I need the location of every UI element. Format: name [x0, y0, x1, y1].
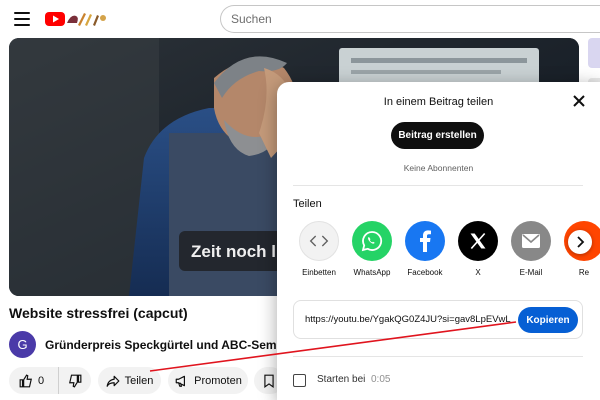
copy-button[interactable]: Kopieren: [518, 307, 578, 333]
share-target-whatsapp[interactable]: WhatsApp: [350, 221, 394, 277]
share-url[interactable]: https://youtu.be/YgakQG0Z4JU?si=gav8LpEV…: [305, 314, 511, 325]
start-time-value[interactable]: 0:05: [371, 374, 390, 385]
dialog-header: In einem Beitrag teilen: [383, 96, 494, 108]
share-target-label: X: [475, 268, 481, 277]
facebook-icon: [420, 230, 431, 252]
share-target-email[interactable]: E-Mail: [509, 221, 553, 277]
video-title: Website stressfrei (capcut): [9, 305, 188, 321]
share-targets: Einbetten WhatsApp Facebook X E-Mail Re: [297, 221, 600, 283]
share-arrow-icon: [106, 375, 120, 387]
divider: [293, 185, 583, 186]
share-heading: Teilen: [293, 198, 322, 210]
no-subscribers-text: Keine Abonnenten: [403, 163, 474, 173]
menu-icon[interactable]: [14, 12, 30, 26]
share-dialog: In einem Beitrag teilen Beitrag erstelle…: [277, 82, 600, 400]
bookmark-icon: [264, 374, 274, 388]
channel-name[interactable]: Gründerpreis Speckgürtel und ABC-Seminar…: [45, 338, 305, 352]
divider: [293, 356, 583, 357]
like-button[interactable]: 0: [9, 367, 59, 394]
channel-avatar[interactable]: G: [9, 331, 36, 358]
share-target-facebook[interactable]: Facebook: [403, 221, 447, 277]
start-at-label: Starten bei: [317, 374, 366, 385]
share-target-label: Re: [578, 268, 590, 277]
share-link-box[interactable]: https://youtu.be/YgakQG0Z4JU?si=gav8LpEV…: [293, 300, 583, 339]
promote-button-label: Promoten: [194, 374, 242, 387]
start-at-checkbox[interactable]: [293, 374, 306, 387]
chevron-right-icon: [577, 236, 585, 248]
create-post-button[interactable]: Beitrag erstellen: [391, 122, 484, 149]
share-button[interactable]: Teilen: [98, 367, 161, 394]
search-input[interactable]: [231, 12, 600, 26]
share-target-label: E-Mail: [519, 268, 543, 277]
embed-icon: [309, 235, 329, 247]
email-icon: [522, 234, 540, 248]
like-dislike-group: 0: [9, 367, 91, 394]
share-target-label: Einbetten: [302, 268, 336, 277]
promote-button[interactable]: Promoten: [168, 367, 248, 394]
sidebar-thumbnail[interactable]: [588, 38, 600, 68]
like-count: 0: [38, 374, 45, 387]
share-target-label: Facebook: [407, 268, 443, 277]
share-button-label: Teilen: [124, 374, 154, 387]
megaphone-icon: [175, 375, 186, 387]
close-icon[interactable]: [572, 94, 586, 108]
top-bar: [0, 0, 600, 38]
search-box[interactable]: [220, 5, 600, 33]
thumbs-up-icon: [19, 373, 32, 387]
video-overlay-text: Zeit noch l: [191, 242, 276, 261]
whatsapp-icon: [361, 231, 383, 252]
scroll-next-button[interactable]: [568, 230, 592, 254]
share-target-embed[interactable]: Einbetten: [297, 221, 341, 277]
x-icon: [470, 232, 486, 250]
thumbs-down-icon: [69, 374, 82, 388]
share-target-x[interactable]: X: [456, 221, 500, 277]
youtube-logo[interactable]: [45, 9, 117, 29]
dislike-button[interactable]: [59, 367, 91, 394]
share-target-label: WhatsApp: [353, 268, 391, 277]
